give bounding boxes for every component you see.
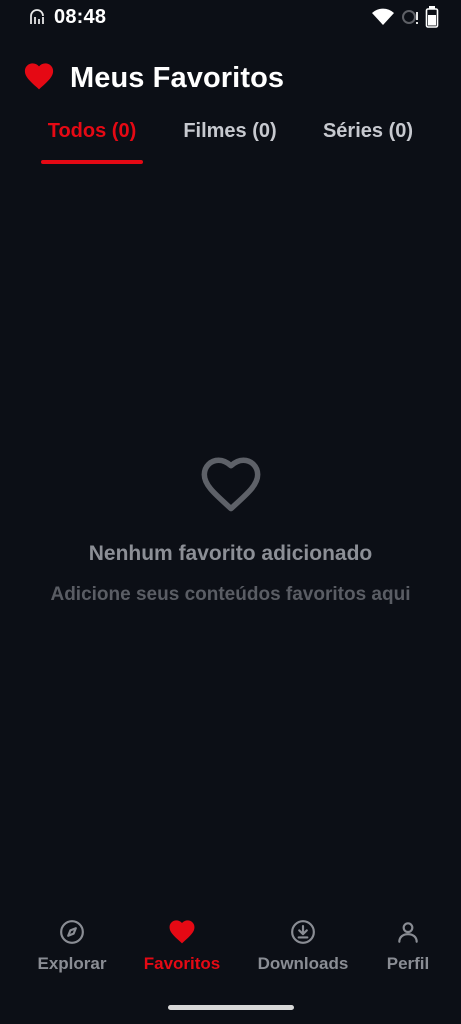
download-icon bbox=[289, 918, 317, 946]
page-header: Meus Favoritos bbox=[24, 62, 284, 95]
heart-outline-icon bbox=[198, 452, 264, 518]
nav-label-downloads: Downloads bbox=[257, 954, 349, 973]
nav-item-downloads[interactable]: Downloads bbox=[255, 918, 351, 974]
home-indicator[interactable] bbox=[168, 1005, 294, 1010]
heart-icon bbox=[168, 918, 196, 946]
signal-icon bbox=[28, 8, 46, 26]
empty-state-subtitle: Adicione seus conteúdos favoritos aqui bbox=[50, 584, 411, 605]
favorites-screen: 08:48 Meus Favoritos Todos (0) Filmes (0… bbox=[0, 0, 461, 1024]
nav-label-explore: Explorar bbox=[37, 954, 107, 973]
empty-state: Nenhum favorito adicionado Adicione seus… bbox=[0, 452, 461, 606]
empty-state-title: Nenhum favorito adicionado bbox=[88, 542, 373, 565]
tab-series[interactable]: Séries (0) bbox=[316, 120, 420, 164]
nav-item-explore[interactable]: Explorar bbox=[36, 918, 108, 974]
active-tab-indicator bbox=[41, 160, 143, 164]
compass-icon bbox=[58, 918, 86, 946]
bottom-nav: Explorar Favoritos Downloads Perfil bbox=[0, 918, 461, 990]
status-left: 08:48 bbox=[28, 6, 106, 29]
wifi-icon bbox=[371, 8, 395, 26]
nav-item-favorites[interactable]: Favoritos bbox=[140, 918, 224, 974]
battery-icon bbox=[425, 6, 439, 28]
category-tabs: Todos (0) Filmes (0) Séries (0) bbox=[0, 120, 461, 166]
user-icon bbox=[394, 918, 422, 946]
nav-label-favorites: Favoritos bbox=[143, 954, 221, 973]
nav-item-profile[interactable]: Perfil bbox=[382, 918, 434, 974]
heart-icon bbox=[24, 62, 54, 95]
status-bar: 08:48 bbox=[0, 0, 461, 34]
data-sync-icon bbox=[401, 8, 419, 26]
tab-all[interactable]: Todos (0) bbox=[40, 120, 144, 164]
page-title: Meus Favoritos bbox=[70, 62, 285, 94]
status-time: 08:48 bbox=[54, 5, 107, 28]
tab-movies[interactable]: Filmes (0) bbox=[176, 120, 284, 164]
nav-label-profile: Perfil bbox=[386, 954, 430, 973]
status-right bbox=[371, 6, 439, 28]
